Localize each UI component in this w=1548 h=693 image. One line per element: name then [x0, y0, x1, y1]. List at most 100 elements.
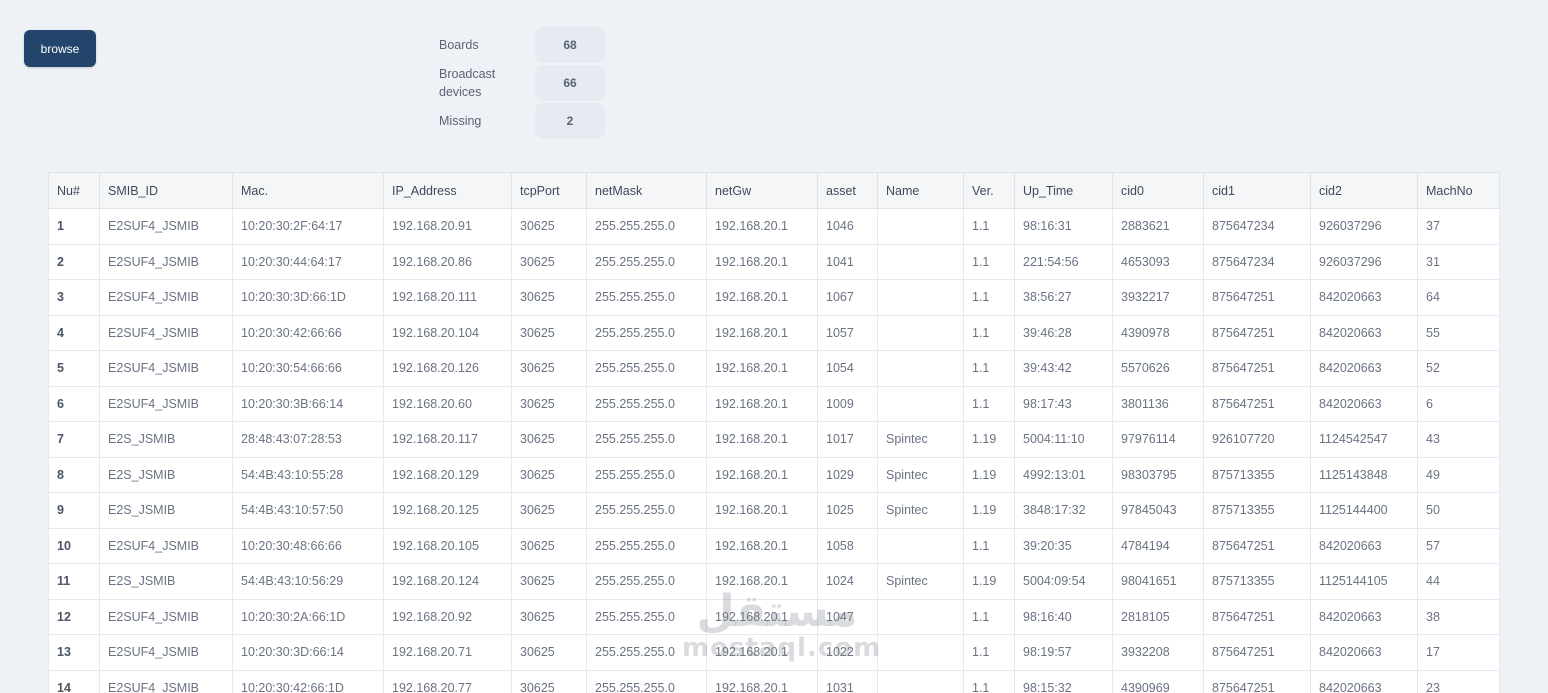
table-cell: 10: [48, 527, 100, 564]
table-cell: 255.255.255.0: [586, 527, 707, 564]
table-cell: E2SUF4_JSMIB: [99, 279, 233, 316]
column-header[interactable]: Mac.: [232, 172, 384, 209]
table-row[interactable]: 2 E2SUF4_JSMIB 10:20:30:44:64:17 192.168.20…: [48, 243, 1500, 280]
table-row[interactable]: 14 E2SUF4_JSMIB 10:20:30:42:66:1D 192.168.2…: [48, 669, 1500, 693]
table-cell: 255.255.255.0: [586, 634, 707, 671]
table-header-row: Nu# SMIB_ID Mac. IP_Address tcpPort netMask ne…: [48, 172, 1500, 209]
table-cell: 1.1: [963, 314, 1015, 351]
table-row[interactable]: 11 E2S_JSMIB 54:4B:43:10:56:29 192.168.20.1…: [48, 563, 1500, 600]
table-cell: 2883621: [1112, 208, 1204, 245]
table-cell: 192.168.20.71: [383, 634, 512, 671]
table-cell: 926107720: [1203, 421, 1311, 458]
column-header[interactable]: IP_Address: [383, 172, 512, 209]
table-cell: 49: [1417, 456, 1500, 493]
column-header[interactable]: Up_Time: [1014, 172, 1113, 209]
column-header[interactable]: Name: [877, 172, 964, 209]
table-cell: 192.168.20.91: [383, 208, 512, 245]
table-cell: 3801136: [1112, 385, 1204, 422]
table-cell: 255.255.255.0: [586, 314, 707, 351]
table-cell: 875647251: [1203, 279, 1311, 316]
table-cell: 3932217: [1112, 279, 1204, 316]
table-cell: [877, 279, 964, 316]
column-header[interactable]: Nu#: [48, 172, 100, 209]
table-cell: 3: [48, 279, 100, 316]
table-cell: 5570626: [1112, 350, 1204, 387]
table-cell: 1.1: [963, 385, 1015, 422]
table-cell: Spintec: [877, 421, 964, 458]
table-row[interactable]: 5 E2SUF4_JSMIB 10:20:30:54:66:66 192.168.20…: [48, 350, 1500, 387]
table-row[interactable]: 4 E2SUF4_JSMIB 10:20:30:42:66:66 192.168.20…: [48, 314, 1500, 351]
table-cell: 4653093: [1112, 243, 1204, 280]
table-cell: E2SUF4_JSMIB: [99, 634, 233, 671]
column-header[interactable]: cid0: [1112, 172, 1204, 209]
table-row[interactable]: 7 E2S_JSMIB 28:48:43:07:28:53 192.168.20.11…: [48, 421, 1500, 458]
table-cell: 5004:09:54: [1014, 563, 1113, 600]
stat-value: 66: [535, 65, 605, 101]
table-cell: 875647234: [1203, 208, 1311, 245]
table-cell: [877, 598, 964, 635]
column-header[interactable]: MachNo: [1417, 172, 1500, 209]
table-cell: 4390978: [1112, 314, 1204, 351]
browse-button[interactable]: browse: [24, 30, 96, 67]
table-cell: 9: [48, 492, 100, 529]
table-cell: 192.168.20.60: [383, 385, 512, 422]
table-row[interactable]: 3 E2SUF4_JSMIB 10:20:30:3D:66:1D 192.168.20…: [48, 279, 1500, 316]
table-cell: 875647251: [1203, 527, 1311, 564]
table-cell: 4992:13:01: [1014, 456, 1113, 493]
table-cell: 11: [48, 563, 100, 600]
table-row[interactable]: 13 E2SUF4_JSMIB 10:20:30:3D:66:14 192.168.2…: [48, 634, 1500, 671]
table-row[interactable]: 8 E2S_JSMIB 54:4B:43:10:55:28 192.168.20.12…: [48, 456, 1500, 493]
table-cell: 192.168.20.1: [706, 669, 818, 693]
column-header[interactable]: asset: [817, 172, 878, 209]
stat-value: 68: [535, 27, 605, 63]
table-cell: [877, 243, 964, 280]
table-cell: Spintec: [877, 492, 964, 529]
table-cell: 52: [1417, 350, 1500, 387]
table-cell: 842020663: [1310, 598, 1418, 635]
stat-boards: Boards 68: [439, 27, 605, 63]
table-row[interactable]: 6 E2SUF4_JSMIB 10:20:30:3B:66:14 192.168.20…: [48, 385, 1500, 422]
table-cell: 1067: [817, 279, 878, 316]
table-row[interactable]: 12 E2SUF4_JSMIB 10:20:30:2A:66:1D 192.168.2…: [48, 598, 1500, 635]
table-cell: [877, 350, 964, 387]
table-row[interactable]: 1 E2SUF4_JSMIB 10:20:30:2F:64:17 192.168.20…: [48, 208, 1500, 245]
column-header[interactable]: Ver.: [963, 172, 1015, 209]
table-cell: 926037296: [1310, 243, 1418, 280]
column-header[interactable]: cid2: [1310, 172, 1418, 209]
table-row[interactable]: 9 E2S_JSMIB 54:4B:43:10:57:50 192.168.20.12…: [48, 492, 1500, 529]
table-cell: 192.168.20.125: [383, 492, 512, 529]
stat-missing: Missing 2: [439, 103, 605, 139]
column-header[interactable]: cid1: [1203, 172, 1311, 209]
column-header[interactable]: netGw: [706, 172, 818, 209]
column-header[interactable]: netMask: [586, 172, 707, 209]
table-cell: 30625: [511, 492, 587, 529]
table-cell: 54:4B:43:10:55:28: [232, 456, 384, 493]
table-cell: 30625: [511, 527, 587, 564]
table-cell: 1031: [817, 669, 878, 693]
table-cell: 30625: [511, 421, 587, 458]
table-cell: 10:20:30:3B:66:14: [232, 385, 384, 422]
stat-label: Missing: [439, 114, 482, 128]
table-cell: 28:48:43:07:28:53: [232, 421, 384, 458]
table-cell: 8: [48, 456, 100, 493]
column-header[interactable]: tcpPort: [511, 172, 587, 209]
table-cell: 255.255.255.0: [586, 492, 707, 529]
table-cell: 1125144400: [1310, 492, 1418, 529]
table-cell: 98041651: [1112, 563, 1204, 600]
column-header[interactable]: SMIB_ID: [99, 172, 233, 209]
table-cell: 23: [1417, 669, 1500, 693]
table-cell: 842020663: [1310, 350, 1418, 387]
table-cell: E2S_JSMIB: [99, 492, 233, 529]
table-cell: 1.1: [963, 350, 1015, 387]
table-cell: 10:20:30:42:66:66: [232, 314, 384, 351]
table-cell: 192.168.20.126: [383, 350, 512, 387]
table-cell: 30625: [511, 279, 587, 316]
table-body: 1 E2SUF4_JSMIB 10:20:30:2F:64:17 192.168.20…: [48, 208, 1500, 693]
table-cell: 2818105: [1112, 598, 1204, 635]
table-cell: 54:4B:43:10:56:29: [232, 563, 384, 600]
table-cell: 875647251: [1203, 385, 1311, 422]
table-row[interactable]: 10 E2SUF4_JSMIB 10:20:30:48:66:66 192.168.2…: [48, 527, 1500, 564]
table-cell: 64: [1417, 279, 1500, 316]
table-cell: 30625: [511, 598, 587, 635]
table-cell: 192.168.20.1: [706, 314, 818, 351]
